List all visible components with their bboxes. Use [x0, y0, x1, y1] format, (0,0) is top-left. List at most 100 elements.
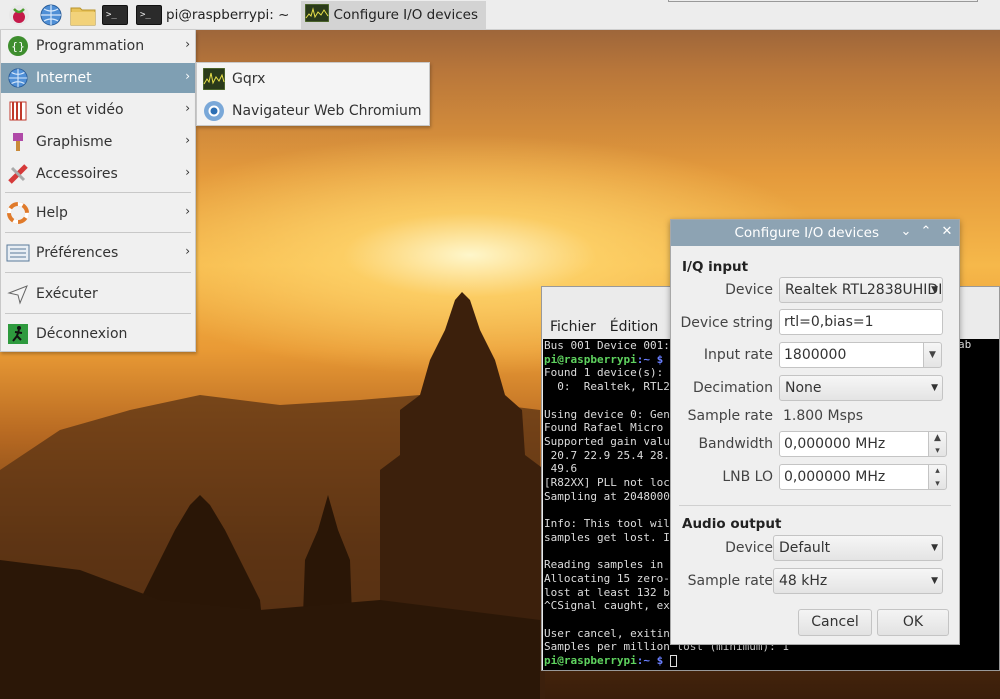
raspberry-menu-icon[interactable]: [6, 3, 32, 27]
decimation-label: Decimation: [692, 380, 773, 396]
web-browser-icon[interactable]: [38, 3, 64, 27]
bandwidth-spinner[interactable]: ▲ ▾: [928, 431, 947, 457]
menu-item-label: Son et vidéo: [36, 102, 124, 118]
bandwidth-input[interactable]: 0,000000 MHz: [779, 431, 931, 457]
terminal-fragment: [958, 420, 1000, 428]
menu-item-logout[interactable]: Déconnexion: [1, 319, 195, 349]
ok-button[interactable]: OK: [877, 609, 949, 636]
menu-item-label: Graphisme: [36, 134, 113, 150]
terminal-fragment: [958, 407, 1000, 421]
input-rate-input[interactable]: 1800000: [779, 342, 924, 368]
accessories-icon: [6, 162, 30, 186]
gqrx-icon: [304, 3, 330, 26]
chevron-down-icon: ▼: [931, 383, 938, 393]
iq-input-heading: I/Q input: [682, 259, 749, 275]
menu-separator: [5, 192, 191, 193]
chevron-up-icon[interactable]: ⌃: [917, 223, 935, 241]
terminal-menu-edit[interactable]: Édition: [610, 319, 658, 335]
svg-text:{}: {}: [11, 40, 25, 53]
spin-down-icon[interactable]: ▾: [929, 445, 946, 458]
terminal-fragment: ab: [958, 338, 972, 351]
spin-up-icon[interactable]: ▴: [929, 465, 946, 478]
graphics-icon: [6, 130, 30, 154]
panel-right-area: [668, 0, 978, 2]
submenu-arrow-icon: ›: [185, 101, 190, 115]
dialog-separator: [679, 505, 951, 506]
taskbar: >_ >_ pi@raspberrypi: ~ Configure I/O de…: [0, 0, 1000, 30]
chevron-down-icon: ▼: [929, 350, 936, 360]
lnb-lo-input[interactable]: 0,000000 MHz: [779, 464, 931, 490]
audio-device-combo-value: Default: [779, 540, 831, 556]
terminal-fragment: [958, 393, 1000, 407]
internet-submenu: Gqrx Navigateur Web Chromium: [196, 62, 430, 126]
audio-device-combo[interactable]: Default ▼: [773, 535, 943, 561]
menu-item-accessories[interactable]: Accessoires ›: [1, 159, 195, 189]
run-icon: [6, 282, 30, 306]
audio-sample-rate-label: Sample rate: [687, 573, 773, 589]
menu-item-run[interactable]: Exécuter: [1, 279, 195, 309]
bandwidth-label: Bandwidth: [698, 436, 773, 452]
submenu-arrow-icon: ›: [185, 69, 190, 83]
submenu-arrow-icon: ›: [185, 133, 190, 147]
globe-icon: [6, 66, 30, 90]
chevron-down-icon: ▼: [931, 576, 938, 586]
audio-device-label: Device: [725, 540, 773, 556]
menu-item-help[interactable]: Help ›: [1, 198, 195, 228]
menu-item-preferences[interactable]: Préférences ›: [1, 238, 195, 268]
task-configure-io[interactable]: Configure I/O devices: [301, 0, 486, 29]
sample-rate-label: Sample rate: [687, 408, 773, 424]
menu-separator: [5, 313, 191, 314]
configure-io-dialog: Configure I/O devices ⌄ ⌃ ✕ I/Q input De…: [670, 219, 960, 645]
submenu-arrow-icon: ›: [185, 37, 190, 51]
menu-separator: [5, 232, 191, 233]
chromium-icon: [202, 99, 226, 123]
logout-icon: [6, 322, 30, 346]
menu-item-label: Préférences: [36, 245, 119, 261]
cancel-button[interactable]: Cancel: [798, 609, 872, 636]
terminal-launcher-icon[interactable]: >_: [102, 3, 128, 27]
submenu-item-chromium[interactable]: Navigateur Web Chromium: [197, 96, 429, 126]
close-icon[interactable]: ✕: [938, 223, 956, 241]
menu-item-label: Accessoires: [36, 166, 118, 182]
terminal-menu-file[interactable]: Fichier: [550, 319, 596, 335]
audio-sample-rate-combo[interactable]: 48 kHz ▼: [773, 568, 943, 594]
terminal-line: pi@raspberrypi:~ $: [544, 654, 999, 668]
device-combo-value: Realtek RTL2838UHIDIR: [785, 282, 943, 298]
terminal-fragment: [958, 352, 1000, 366]
task-terminal-label: pi@raspberrypi: ~: [166, 6, 290, 23]
decimation-combo-value: None: [785, 380, 822, 396]
menu-item-graphics[interactable]: Graphisme ›: [1, 127, 195, 157]
task-configure-io-label: Configure I/O devices: [333, 6, 478, 23]
menu-item-label: Exécuter: [36, 286, 98, 302]
menu-item-programming[interactable]: {} Programmation ›: [1, 31, 195, 61]
decimation-combo[interactable]: None ▼: [779, 375, 943, 401]
sample-rate-value: 1.800 Msps: [783, 408, 864, 424]
terminal-fragment: [958, 379, 1000, 393]
device-label: Device: [725, 282, 773, 298]
menu-separator: [5, 272, 191, 273]
device-string-input[interactable]: rtl=0,bias=1: [779, 309, 943, 335]
lnb-lo-spinner[interactable]: ▴ ▾: [928, 464, 947, 490]
dialog-titlebar[interactable]: Configure I/O devices ⌄ ⌃ ✕: [671, 220, 959, 246]
menu-item-label: Help: [36, 205, 68, 221]
prompt-user: pi@raspberrypi: [544, 654, 637, 668]
menu-item-internet[interactable]: Internet ›: [1, 63, 195, 93]
application-menu: {} Programmation › Internet › Son et vid…: [0, 30, 196, 352]
spin-down-icon[interactable]: ▾: [929, 478, 946, 491]
menu-item-sound-video[interactable]: Son et vidéo ›: [1, 95, 195, 125]
audio-sample-rate-combo-value: 48 kHz: [779, 573, 828, 589]
device-combo[interactable]: Realtek RTL2838UHIDIR ▼: [779, 277, 943, 303]
programming-icon: {}: [6, 34, 30, 58]
chevron-down-icon[interactable]: ⌄: [897, 223, 915, 241]
menu-item-label: Déconnexion: [36, 326, 128, 342]
terminal-icon: >_: [136, 4, 162, 25]
input-rate-dropdown-button[interactable]: ▼: [923, 342, 942, 368]
submenu-arrow-icon: ›: [185, 165, 190, 179]
file-manager-icon[interactable]: [70, 3, 96, 27]
submenu-item-label: Gqrx: [232, 71, 266, 87]
terminal-fragment: [958, 365, 1000, 379]
spin-up-icon[interactable]: ▲: [929, 432, 946, 445]
task-terminal[interactable]: >_ pi@raspberrypi: ~: [132, 1, 297, 29]
submenu-item-gqrx[interactable]: Gqrx: [197, 64, 429, 94]
preferences-icon: [6, 241, 30, 265]
